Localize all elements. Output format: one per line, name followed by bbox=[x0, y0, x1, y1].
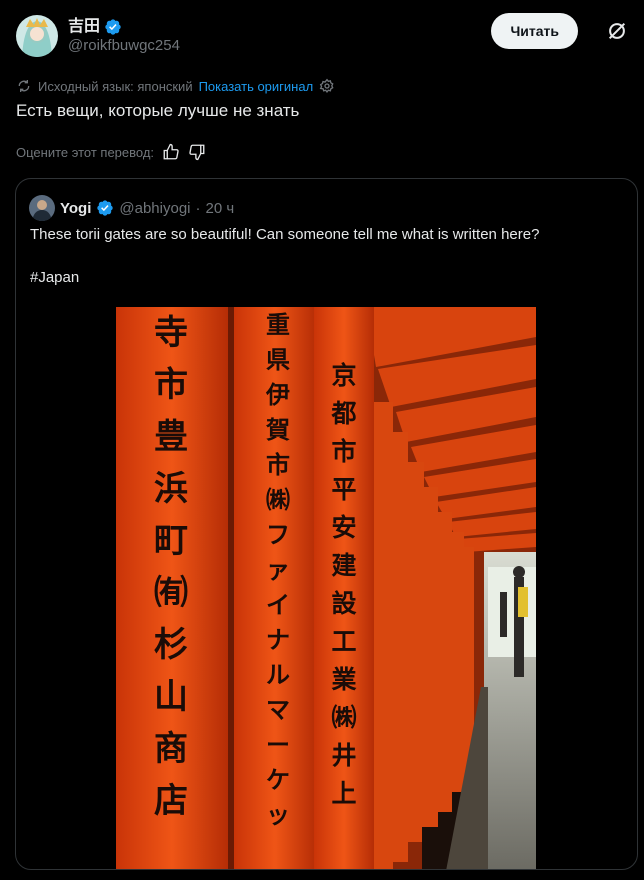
source-language-label: Исходный язык: японский bbox=[38, 78, 193, 94]
author-avatar[interactable] bbox=[16, 15, 58, 57]
translate-icon bbox=[18, 80, 30, 92]
follow-button[interactable]: Читать bbox=[491, 13, 578, 49]
pillar-character: 工 bbox=[331, 627, 357, 656]
pillar-character: 都 bbox=[331, 399, 357, 428]
pillar-character: ㈱ bbox=[266, 485, 290, 514]
gear-icon[interactable] bbox=[319, 78, 335, 94]
separator-dot: · bbox=[195, 199, 201, 217]
quoted-author-handle[interactable]: @abhiyogi bbox=[119, 200, 190, 217]
pillar-character: 豊 bbox=[154, 417, 188, 457]
pillar-character: ケ bbox=[266, 765, 290, 794]
pillar-character: 賀 bbox=[266, 415, 290, 444]
quoted-post[interactable]: Yogi @abhiyogi · 20 ч These torii gates … bbox=[15, 178, 638, 870]
thumbs-up-icon[interactable] bbox=[162, 143, 180, 161]
pillar-character: ー bbox=[266, 730, 290, 759]
pillar-character: 市 bbox=[154, 365, 188, 405]
pillar-character: 京 bbox=[331, 361, 357, 390]
pillar-character: イ bbox=[266, 590, 290, 619]
pillar-character: 寺 bbox=[154, 313, 188, 353]
post-header: 吉田 @roikfbuwgc254 Читать bbox=[16, 12, 628, 60]
pillar-character: ㈲ bbox=[154, 573, 188, 613]
author-handle[interactable]: @roikfbuwgc254 bbox=[68, 37, 180, 55]
pillar-character: 井 bbox=[331, 741, 357, 770]
pillar-character: 重 bbox=[266, 310, 290, 339]
thumbs-down-icon[interactable] bbox=[188, 143, 206, 161]
pillar-character: 町 bbox=[154, 521, 188, 561]
pillar-character: 浜 bbox=[154, 469, 188, 509]
pillar-character: 杉 bbox=[154, 625, 188, 665]
pillar-character: ㈱ bbox=[331, 703, 357, 732]
quoted-post-header: Yogi @abhiyogi · 20 ч bbox=[29, 195, 234, 221]
pillar-character: 上 bbox=[331, 779, 357, 808]
verified-badge-icon bbox=[97, 200, 114, 216]
tweet-text: Есть вещи, которые лучше не знать bbox=[16, 101, 300, 120]
show-original-link[interactable]: Показать оригинал bbox=[199, 79, 314, 94]
pillar-character: ナ bbox=[266, 625, 290, 654]
pillar-character: 山 bbox=[154, 677, 188, 717]
quoted-author-name[interactable]: Yogi bbox=[60, 200, 91, 217]
translation-info: Исходный язык: японский Показать оригина… bbox=[16, 78, 335, 94]
pillar-inscription-3: 京都市平安建設工業㈱井上 bbox=[326, 357, 362, 813]
quoted-post-hashtag[interactable]: #Japan bbox=[30, 269, 79, 286]
rate-translation: Оцените этот перевод: bbox=[16, 143, 206, 161]
pillar-inscription-2: 重県伊賀市㈱ファイナルマーケッ bbox=[258, 307, 298, 832]
pillar-character: マ bbox=[266, 695, 290, 724]
pillar-character: 建 bbox=[331, 551, 357, 580]
pillar-character: フ bbox=[266, 520, 290, 549]
pillar-character: ル bbox=[266, 660, 290, 689]
pillar-character: 設 bbox=[331, 589, 357, 618]
pillar-character: ァ bbox=[266, 555, 290, 584]
pillar-character: 平 bbox=[331, 475, 357, 504]
pillar-character: ッ bbox=[266, 800, 290, 829]
quoted-post-text: These torii gates are so beautiful! Can … bbox=[30, 226, 540, 243]
pillar-inscription-1: 寺市豊浜町㈲杉山商店 bbox=[136, 307, 206, 827]
rate-prompt: Оцените этот перевод: bbox=[16, 144, 155, 160]
pillar-character: 業 bbox=[331, 665, 357, 694]
pillar-character: 市 bbox=[266, 450, 290, 479]
pillar-character: 安 bbox=[331, 513, 357, 542]
torii-gates-photo[interactable]: 寺市豊浜町㈲杉山商店 重県伊賀市㈱ファイナルマーケッ 京都市平安建設工業㈱井上 bbox=[116, 307, 536, 869]
author-display-name[interactable]: 吉田 bbox=[68, 17, 100, 36]
grok-icon[interactable] bbox=[606, 20, 628, 42]
pillar-character: 伊 bbox=[266, 380, 290, 409]
pillar-character: 店 bbox=[154, 781, 188, 821]
quoted-post-time[interactable]: 20 ч bbox=[206, 200, 235, 217]
verified-badge-icon bbox=[105, 18, 121, 35]
pillar-character: 県 bbox=[266, 345, 290, 374]
pillar-character: 商 bbox=[154, 729, 188, 769]
pillar-character: 市 bbox=[331, 437, 357, 466]
quoted-author-avatar[interactable] bbox=[29, 195, 55, 221]
